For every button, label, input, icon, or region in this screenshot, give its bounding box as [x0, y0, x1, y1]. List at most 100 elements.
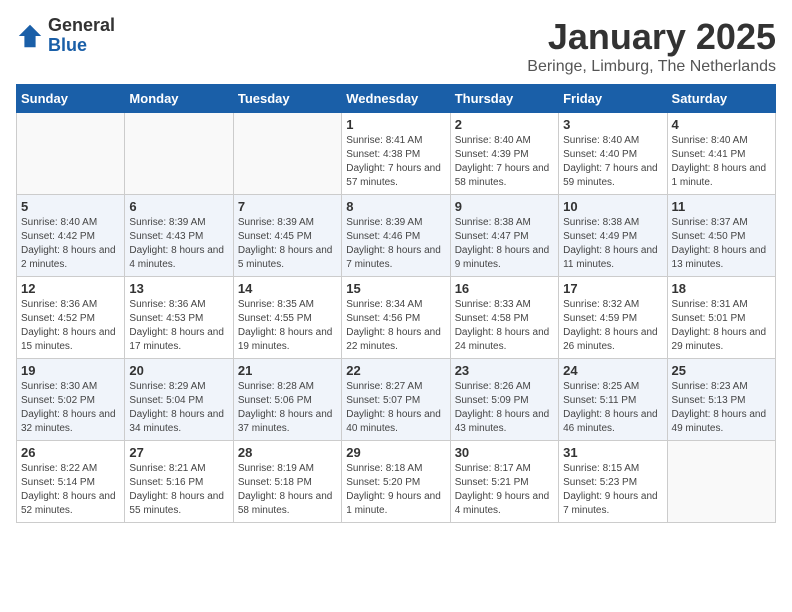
calendar-day-cell: 3 Sunrise: 8:40 AM Sunset: 4:40 PM Daylig… — [559, 113, 667, 195]
calendar-day-cell: 30 Sunrise: 8:17 AM Sunset: 5:21 PM Dayli… — [450, 441, 558, 523]
day-info: Sunrise: 8:28 AM Sunset: 5:06 PM Dayligh… — [238, 380, 337, 436]
day-info: Sunrise: 8:39 AM Sunset: 4:43 PM Dayligh… — [129, 216, 228, 272]
day-info: Sunrise: 8:40 AM Sunset: 4:41 PM Dayligh… — [672, 134, 771, 190]
calendar-day-cell: 21 Sunrise: 8:28 AM Sunset: 5:06 PM Dayli… — [233, 359, 341, 441]
day-info: Sunrise: 8:40 AM Sunset: 4:40 PM Dayligh… — [563, 134, 662, 190]
calendar-day-cell: 28Sunrise: 8:19 AM Sunset: 5:18 PM Dayli… — [233, 441, 341, 523]
calendar-day-cell: 4 Sunrise: 8:40 AM Sunset: 4:41 PM Daylig… — [667, 113, 775, 195]
logo-general: General — [48, 16, 115, 36]
logo-icon — [16, 22, 44, 50]
calendar-day-cell: 27Sunrise: 8:21 AM Sunset: 5:16 PM Dayli… — [125, 441, 233, 523]
calendar-table: SundayMondayTuesdayWednesdayThursdayFrid… — [16, 84, 776, 523]
day-info: Sunrise: 8:39 AM Sunset: 4:45 PM Dayligh… — [238, 216, 337, 272]
calendar-day-cell: 29Sunrise: 8:18 AM Sunset: 5:20 PM Dayli… — [342, 441, 450, 523]
weekday-header: Monday — [125, 85, 233, 113]
calendar-day-cell: 10 Sunrise: 8:38 AM Sunset: 4:49 PM Dayli… — [559, 195, 667, 277]
day-number: 10 — [563, 199, 662, 214]
day-info: Sunrise: 8:36 AM Sunset: 4:53 PM Dayligh… — [129, 298, 228, 354]
day-info: Sunrise: 8:33 AM Sunset: 4:58 PM Dayligh… — [455, 298, 554, 354]
calendar-day-cell: 6 Sunrise: 8:39 AM Sunset: 4:43 PM Daylig… — [125, 195, 233, 277]
day-info: Sunrise: 8:21 AM Sunset: 5:16 PM Dayligh… — [129, 462, 228, 518]
calendar-day-cell: 16 Sunrise: 8:33 AM Sunset: 4:58 PM Dayli… — [450, 277, 558, 359]
day-info: Sunrise: 8:36 AM Sunset: 4:52 PM Dayligh… — [21, 298, 120, 354]
calendar-week-row: 19Sunrise: 8:30 AM Sunset: 5:02 PM Dayli… — [17, 359, 776, 441]
day-info: Sunrise: 8:26 AM Sunset: 5:09 PM Dayligh… — [455, 380, 554, 436]
day-info: Sunrise: 8:27 AM Sunset: 5:07 PM Dayligh… — [346, 380, 445, 436]
logo: General Blue — [16, 16, 115, 56]
calendar-day-cell: 15 Sunrise: 8:34 AM Sunset: 4:56 PM Dayli… — [342, 277, 450, 359]
calendar-day-cell — [125, 113, 233, 195]
calendar-week-row: 5Sunrise: 8:40 AM Sunset: 4:42 PM Daylig… — [17, 195, 776, 277]
calendar-day-cell: 14 Sunrise: 8:35 AM Sunset: 4:55 PM Dayli… — [233, 277, 341, 359]
page-header: General Blue January 2025 Beringe, Limbu… — [16, 16, 776, 76]
day-number: 24 — [563, 363, 662, 378]
calendar-day-cell — [233, 113, 341, 195]
day-number: 7 — [238, 199, 337, 214]
calendar-day-cell: 1 Sunrise: 8:41 AM Sunset: 4:38 PM Daylig… — [342, 113, 450, 195]
calendar-day-cell: 7 Sunrise: 8:39 AM Sunset: 4:45 PM Daylig… — [233, 195, 341, 277]
day-number: 14 — [238, 281, 337, 296]
calendar-day-cell: 31Sunrise: 8:15 AM Sunset: 5:23 PM Dayli… — [559, 441, 667, 523]
day-number: 16 — [455, 281, 554, 296]
day-number: 4 — [672, 117, 771, 132]
day-number: 23 — [455, 363, 554, 378]
day-number: 29 — [346, 445, 445, 460]
calendar-day-cell: 22 Sunrise: 8:27 AM Sunset: 5:07 PM Dayli… — [342, 359, 450, 441]
calendar-week-row: 1 Sunrise: 8:41 AM Sunset: 4:38 PM Daylig… — [17, 113, 776, 195]
calendar-day-cell: 17Sunrise: 8:32 AM Sunset: 4:59 PM Dayli… — [559, 277, 667, 359]
day-number: 6 — [129, 199, 228, 214]
weekday-header: Saturday — [667, 85, 775, 113]
calendar-day-cell — [17, 113, 125, 195]
calendar-day-cell: 26 Sunrise: 8:22 AM Sunset: 5:14 PM Dayli… — [17, 441, 125, 523]
day-info: Sunrise: 8:40 AM Sunset: 4:39 PM Dayligh… — [455, 134, 554, 190]
day-number: 15 — [346, 281, 445, 296]
day-info: Sunrise: 8:29 AM Sunset: 5:04 PM Dayligh… — [129, 380, 228, 436]
month-title: January 2025 — [527, 16, 776, 58]
day-number: 22 — [346, 363, 445, 378]
calendar-week-row: 12 Sunrise: 8:36 AM Sunset: 4:52 PM Dayli… — [17, 277, 776, 359]
day-info: Sunrise: 8:38 AM Sunset: 4:49 PM Dayligh… — [563, 216, 662, 272]
day-info: Sunrise: 8:17 AM Sunset: 5:21 PM Dayligh… — [455, 462, 554, 518]
day-info: Sunrise: 8:34 AM Sunset: 4:56 PM Dayligh… — [346, 298, 445, 354]
day-info: Sunrise: 8:31 AM Sunset: 5:01 PM Dayligh… — [672, 298, 771, 354]
day-number: 3 — [563, 117, 662, 132]
day-info: Sunrise: 8:37 AM Sunset: 4:50 PM Dayligh… — [672, 216, 771, 272]
day-info: Sunrise: 8:41 AM Sunset: 4:38 PM Dayligh… — [346, 134, 445, 190]
day-number: 30 — [455, 445, 554, 460]
day-number: 13 — [129, 281, 228, 296]
weekday-header-row: SundayMondayTuesdayWednesdayThursdayFrid… — [17, 85, 776, 113]
day-number: 11 — [672, 199, 771, 214]
calendar-day-cell: 11 Sunrise: 8:37 AM Sunset: 4:50 PM Dayli… — [667, 195, 775, 277]
day-info: Sunrise: 8:15 AM Sunset: 5:23 PM Dayligh… — [563, 462, 662, 518]
location-subtitle: Beringe, Limburg, The Netherlands — [527, 58, 776, 76]
weekday-header: Sunday — [17, 85, 125, 113]
weekday-header: Thursday — [450, 85, 558, 113]
day-info: Sunrise: 8:25 AM Sunset: 5:11 PM Dayligh… — [563, 380, 662, 436]
day-number: 25 — [672, 363, 771, 378]
day-info: Sunrise: 8:35 AM Sunset: 4:55 PM Dayligh… — [238, 298, 337, 354]
day-number: 5 — [21, 199, 120, 214]
day-number: 8 — [346, 199, 445, 214]
day-number: 12 — [21, 281, 120, 296]
title-area: January 2025 Beringe, Limburg, The Nethe… — [527, 16, 776, 76]
day-number: 21 — [238, 363, 337, 378]
calendar-day-cell: 23 Sunrise: 8:26 AM Sunset: 5:09 PM Dayli… — [450, 359, 558, 441]
logo-blue: Blue — [48, 36, 115, 56]
day-number: 18 — [672, 281, 771, 296]
day-number: 26 — [21, 445, 120, 460]
logo-text: General Blue — [48, 16, 115, 56]
day-number: 20 — [129, 363, 228, 378]
calendar-day-cell: 25 Sunrise: 8:23 AM Sunset: 5:13 PM Dayli… — [667, 359, 775, 441]
day-number: 9 — [455, 199, 554, 214]
calendar-day-cell: 13 Sunrise: 8:36 AM Sunset: 4:53 PM Dayli… — [125, 277, 233, 359]
day-info: Sunrise: 8:39 AM Sunset: 4:46 PM Dayligh… — [346, 216, 445, 272]
day-number: 1 — [346, 117, 445, 132]
weekday-header: Wednesday — [342, 85, 450, 113]
weekday-header: Friday — [559, 85, 667, 113]
day-info: Sunrise: 8:22 AM Sunset: 5:14 PM Dayligh… — [21, 462, 120, 518]
day-info: Sunrise: 8:19 AM Sunset: 5:18 PM Dayligh… — [238, 462, 337, 518]
day-number: 2 — [455, 117, 554, 132]
day-info: Sunrise: 8:30 AM Sunset: 5:02 PM Dayligh… — [21, 380, 120, 436]
calendar-day-cell: 12 Sunrise: 8:36 AM Sunset: 4:52 PM Dayli… — [17, 277, 125, 359]
day-info: Sunrise: 8:23 AM Sunset: 5:13 PM Dayligh… — [672, 380, 771, 436]
